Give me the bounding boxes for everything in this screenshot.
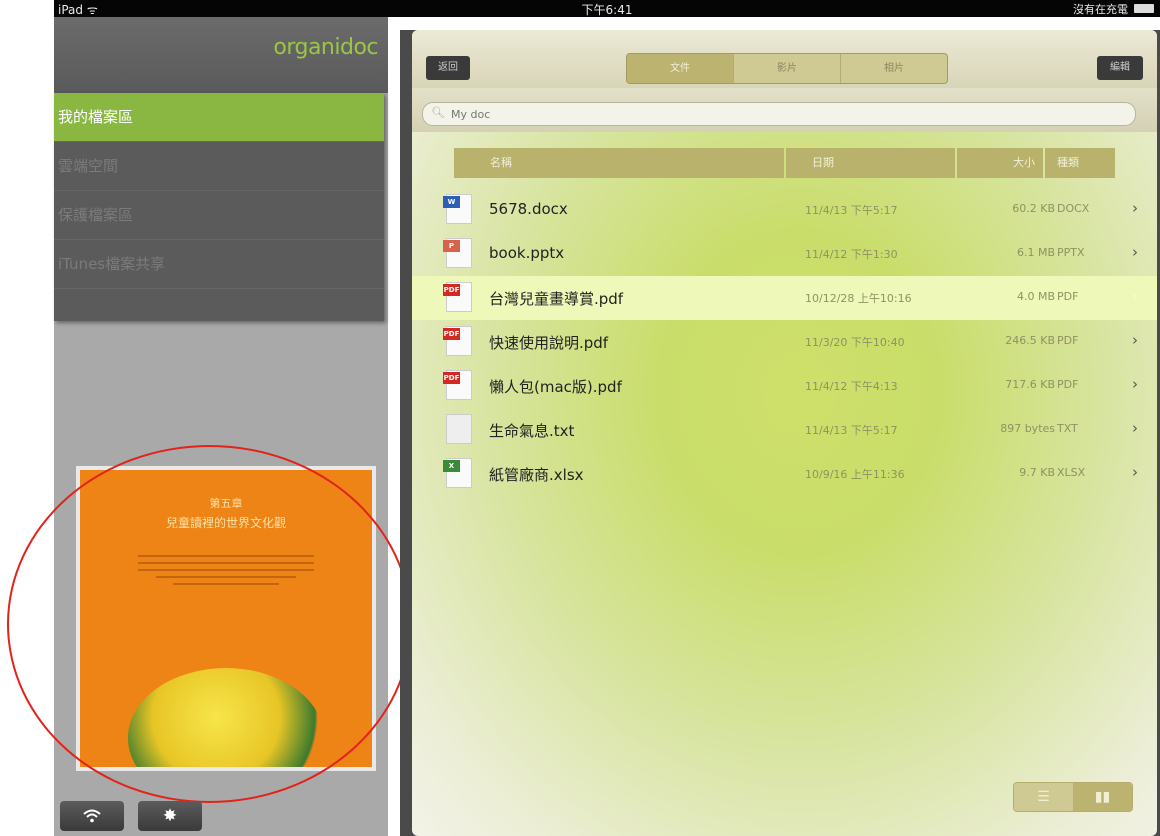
chevron-right-icon: › bbox=[1132, 375, 1138, 393]
sidebar-item-protected[interactable]: 保護檔案區 bbox=[54, 191, 384, 240]
file-name: 快速使用說明.pdf bbox=[489, 334, 609, 352]
file-type: PDF bbox=[1057, 290, 1079, 303]
table-header: 名稱 日期 大小 種類 bbox=[454, 148, 1117, 178]
table-row[interactable]: PDF 快速使用說明.pdf 11/3/20 下午10:40 246.5 KB … bbox=[412, 320, 1157, 364]
grid-view-icon: ▮▮ bbox=[1094, 789, 1111, 805]
chevron-right-icon: › bbox=[1132, 419, 1138, 437]
pdf-file-icon: PDF bbox=[443, 326, 476, 358]
column-date[interactable]: 日期 bbox=[786, 148, 955, 178]
search-field: 🔍︎ bbox=[422, 102, 1136, 126]
annotation-circle bbox=[7, 445, 412, 803]
table-row[interactable]: PDF 懶人包(mac版).pdf 11/4/12 下午4:13 717.6 K… bbox=[412, 364, 1157, 408]
column-size[interactable]: 大小 bbox=[957, 148, 1043, 178]
back-button[interactable]: 返回 bbox=[426, 56, 470, 80]
view-toggle: ☰ ▮▮ bbox=[1013, 782, 1133, 812]
tab-videos[interactable]: 影片 bbox=[734, 54, 841, 83]
category-segmented-control: 文件 影片 相片 bbox=[626, 53, 948, 84]
settings-button[interactable]: ✸ bbox=[138, 801, 202, 831]
file-type: PDF bbox=[1057, 334, 1079, 347]
sidebar-item-itunes-sharing[interactable]: iTunes檔案共享 bbox=[54, 240, 384, 289]
file-name: 台灣兒童畫導賞.pdf bbox=[489, 290, 624, 308]
pdf-file-icon: PDF bbox=[443, 282, 476, 314]
sidebar-item-cloud[interactable]: 雲端空間 bbox=[54, 142, 384, 191]
file-size: 9.7 KB bbox=[1019, 466, 1055, 479]
file-date: 11/3/20 下午10:40 bbox=[805, 336, 905, 349]
app-logo: organidoc bbox=[273, 35, 378, 60]
file-type: PDF bbox=[1057, 378, 1079, 391]
battery-icon bbox=[1134, 4, 1154, 13]
chevron-right-icon: › bbox=[1132, 331, 1138, 349]
file-date: 10/12/28 上午10:16 bbox=[805, 292, 912, 305]
file-type: DOCX bbox=[1057, 202, 1090, 215]
file-size: 246.5 KB bbox=[1005, 334, 1055, 347]
search-input[interactable] bbox=[449, 105, 1053, 123]
file-date: 11/4/12 下午4:13 bbox=[805, 380, 898, 393]
file-name: 生命氣息.txt bbox=[489, 422, 575, 440]
wifi-button[interactable] bbox=[60, 801, 124, 831]
list-view-icon: ☰ bbox=[1037, 789, 1050, 805]
table-row[interactable]: 生命氣息.txt 11/4/13 下午5:17 897 bytes TXT › bbox=[412, 408, 1157, 452]
search-icon: 🔍︎ bbox=[431, 106, 445, 119]
file-type: TXT bbox=[1057, 422, 1078, 435]
file-date: 11/4/13 下午5:17 bbox=[805, 424, 898, 437]
file-type: PPTX bbox=[1057, 246, 1085, 259]
status-bar: iPad ᯤ 下午6:41 沒有在充電 bbox=[54, 0, 1160, 17]
chevron-right-icon: › bbox=[1132, 199, 1138, 217]
table-row[interactable]: P book.pptx 11/4/12 下午1:30 6.1 MB PPTX › bbox=[412, 232, 1157, 276]
pdf-file-icon: PDF bbox=[443, 370, 476, 402]
file-size: 60.2 KB bbox=[1012, 202, 1055, 215]
file-type: XLSX bbox=[1057, 466, 1086, 479]
file-size: 6.1 MB bbox=[1016, 246, 1055, 259]
list-view-button[interactable]: ☰ bbox=[1014, 783, 1073, 811]
column-type[interactable]: 種類 bbox=[1045, 148, 1115, 178]
sidebar-header: organidoc bbox=[54, 17, 388, 93]
file-name: book.pptx bbox=[489, 244, 565, 262]
chevron-right-icon: › bbox=[1132, 463, 1138, 481]
xlsx-file-icon: X bbox=[443, 458, 476, 490]
wifi-icon bbox=[83, 809, 101, 823]
file-size: 897 bytes bbox=[1000, 422, 1055, 435]
tab-photos[interactable]: 相片 bbox=[841, 54, 947, 83]
txt-file-icon bbox=[446, 414, 476, 446]
file-date: 10/9/16 上午11:36 bbox=[805, 468, 905, 481]
battery-status-text: 沒有在充電 bbox=[1073, 3, 1128, 16]
file-date: 11/4/12 下午1:30 bbox=[805, 248, 898, 261]
chevron-right-icon: › bbox=[1132, 287, 1138, 305]
toolbar: 返回 文件 影片 相片 編輯 bbox=[412, 30, 1157, 88]
pptx-file-icon: P bbox=[443, 238, 476, 270]
file-name: 懶人包(mac版).pdf bbox=[489, 378, 622, 396]
grid-view-button[interactable]: ▮▮ bbox=[1073, 783, 1132, 811]
docx-file-icon: W bbox=[443, 194, 476, 226]
column-name[interactable]: 名稱 bbox=[454, 148, 784, 178]
edit-button[interactable]: 編輯 bbox=[1097, 56, 1143, 80]
file-size: 717.6 KB bbox=[1005, 378, 1055, 391]
table-row-selected[interactable]: PDF 台灣兒童畫導賞.pdf 10/12/28 上午10:16 4.0 MB … bbox=[412, 276, 1157, 320]
gear-icon: ✸ bbox=[162, 806, 178, 826]
chevron-right-icon: › bbox=[1132, 243, 1138, 261]
table-row[interactable]: X 紙管廠商.xlsx 10/9/16 上午11:36 9.7 KB XLSX … bbox=[412, 452, 1157, 496]
clock: 下午6:41 bbox=[581, 3, 633, 17]
tab-documents[interactable]: 文件 bbox=[627, 54, 734, 83]
file-name: 紙管廠商.xlsx bbox=[489, 466, 584, 484]
file-name: 5678.docx bbox=[489, 200, 568, 218]
search-bar: 🔍︎ bbox=[412, 88, 1157, 132]
sidebar-menu: 我的檔案區 雲端空間 保護檔案區 iTunes檔案共享 bbox=[54, 93, 384, 321]
file-date: 11/4/13 下午5:17 bbox=[805, 204, 898, 217]
sidebar-item-my-files[interactable]: 我的檔案區 bbox=[54, 93, 384, 142]
file-size: 4.0 MB bbox=[1016, 290, 1055, 303]
table-row[interactable]: W 5678.docx 11/4/13 下午5:17 60.2 KB DOCX … bbox=[412, 188, 1157, 232]
